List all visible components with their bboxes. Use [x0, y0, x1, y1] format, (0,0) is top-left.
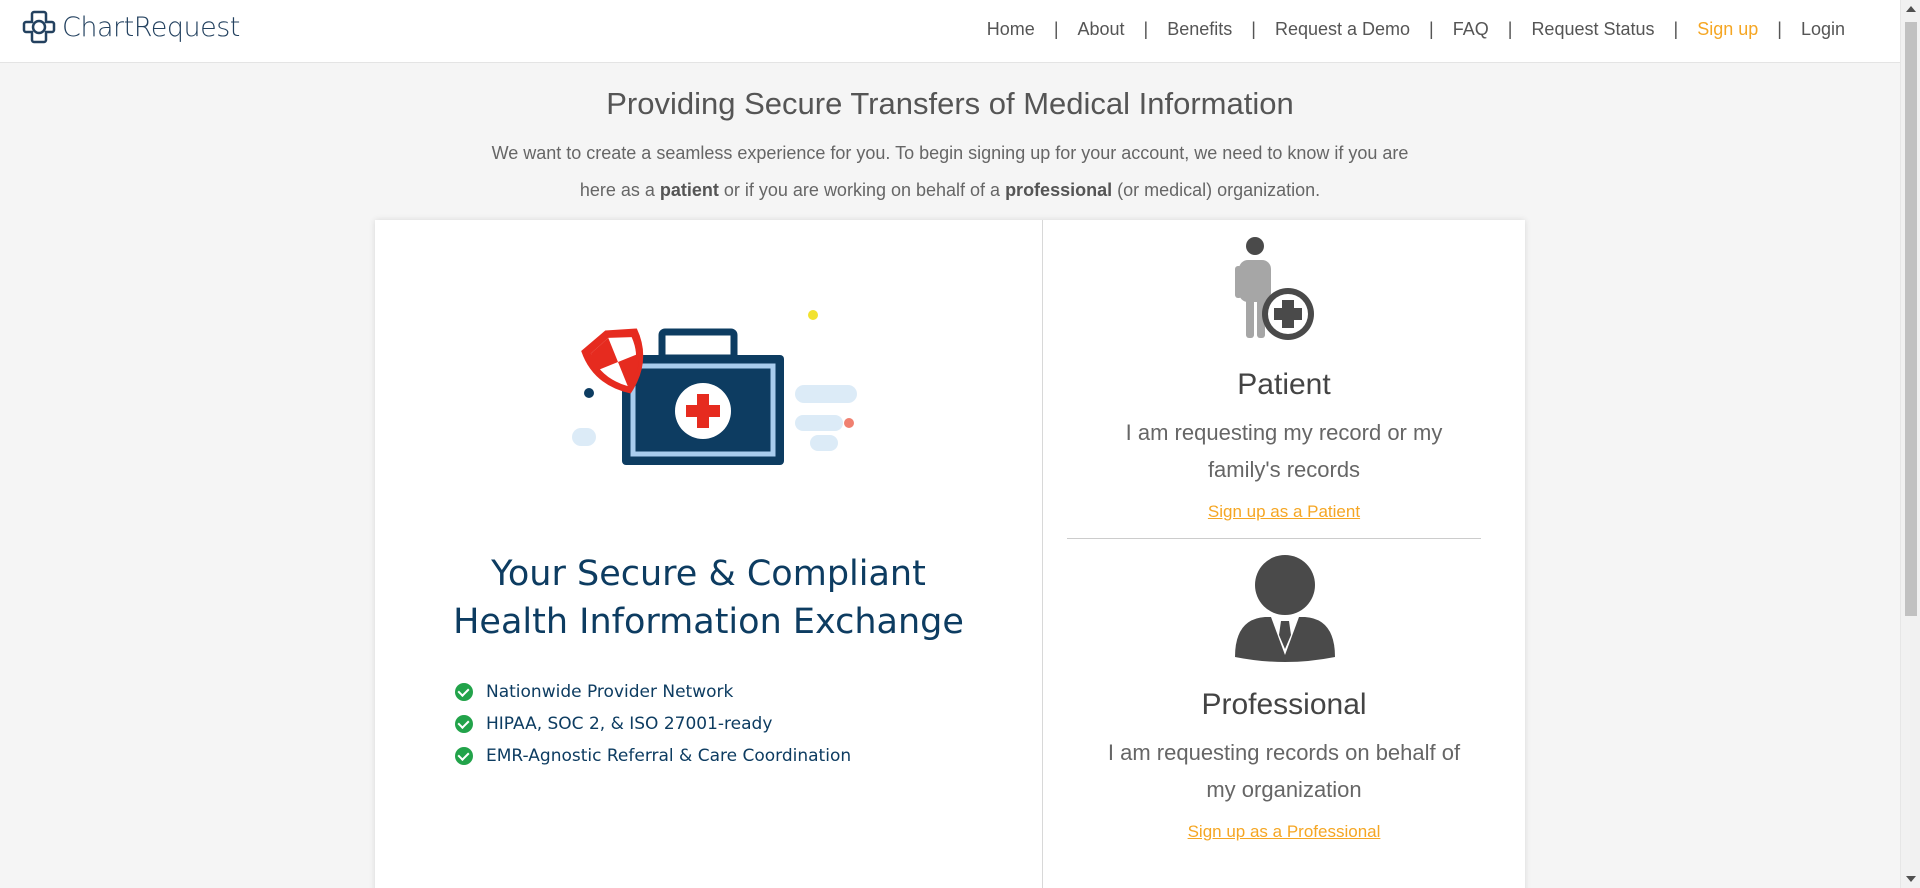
feature-list: Nationwide Provider Network HIPAA, SOC 2… — [455, 676, 851, 772]
list-item: EMR-Agnostic Referral & Care Coordinatio… — [455, 740, 851, 772]
nav-separator: | — [1143, 19, 1149, 39]
exchange-title: Your Secure & Compliant Health Informati… — [375, 550, 1042, 646]
intro-professional-word: professional — [1005, 180, 1113, 200]
sign-up-patient-link[interactable]: Sign up as a Patient — [1043, 502, 1525, 522]
intro-line2-pre: here as a — [579, 180, 660, 200]
scroll-up-arrow-icon[interactable] — [1906, 6, 1916, 12]
exchange-title-line2: Health Information Exchange — [453, 602, 964, 642]
check-circle-icon — [455, 715, 473, 733]
intro-line1: We want to create a seamless experience … — [491, 143, 1409, 163]
intro-patient-word: patient — [659, 180, 719, 200]
nav-separator: | — [1429, 19, 1434, 39]
scroll-down-arrow-icon[interactable] — [1906, 876, 1916, 882]
top-navbar: ChartRequest Home | About | Benefits | R… — [0, 0, 1900, 63]
page-scrollbar[interactable] — [1900, 0, 1920, 888]
feature-label: Nationwide Provider Network — [486, 682, 734, 702]
nav-faq[interactable]: FAQ — [1453, 19, 1489, 40]
list-item: Nationwide Provider Network — [455, 676, 851, 708]
page-title: Providing Secure Transfers of Medical In… — [606, 86, 1294, 121]
nav-request-demo[interactable]: Request a Demo — [1275, 19, 1410, 40]
exchange-title-line1: Your Secure & Compliant — [491, 554, 926, 594]
check-circle-icon — [455, 747, 473, 765]
patient-description: I am requesting my record or my family's… — [1125, 420, 1443, 482]
professional-description: I am requesting records on behalf of my … — [1107, 740, 1461, 802]
nav-about[interactable]: About — [1078, 19, 1125, 40]
nav-separator: | — [1673, 19, 1679, 39]
logo-text: ChartRequest — [62, 11, 240, 43]
nav-separator: | — [1507, 19, 1513, 39]
nav-separator: | — [1777, 19, 1782, 39]
nav-sign-up[interactable]: Sign up — [1697, 19, 1758, 40]
feature-label: HIPAA, SOC 2, & ISO 27001-ready — [486, 714, 773, 734]
chartrequest-logo-icon — [22, 10, 56, 44]
nav-separator: | — [1053, 19, 1059, 39]
intro-line2-mid: or if you are working on behalf of a — [718, 180, 1006, 200]
patient-title: Patient — [1237, 368, 1331, 401]
nav-login[interactable]: Login — [1801, 19, 1845, 40]
professional-title: Professional — [1201, 688, 1367, 721]
sign-up-professional-link[interactable]: Sign up as a Professional — [1043, 822, 1525, 842]
professional-icon — [1235, 555, 1335, 662]
check-circle-icon — [455, 683, 473, 701]
patient-icon — [1235, 237, 1314, 340]
nav-request-status[interactable]: Request Status — [1531, 19, 1654, 40]
nav-benefits[interactable]: Benefits — [1167, 19, 1232, 40]
intro-text: We want to create a seamless experience … — [490, 135, 1410, 209]
main-nav: Home | About | Benefits | Request a Demo… — [987, 19, 1845, 40]
list-item: HIPAA, SOC 2, & ISO 27001-ready — [455, 708, 851, 740]
scrollbar-thumb[interactable] — [1905, 22, 1917, 616]
nav-separator: | — [1251, 19, 1256, 39]
logo-link[interactable]: ChartRequest — [22, 10, 240, 44]
signup-card: Your Secure & Compliant Health Informati… — [375, 220, 1525, 888]
medical-kit-illustration — [572, 310, 857, 465]
nav-home[interactable]: Home — [987, 19, 1035, 40]
professional-option: Professional I am requesting records on … — [1043, 539, 1525, 888]
feature-label: EMR-Agnostic Referral & Care Coordinatio… — [486, 746, 852, 766]
intro-line2-post: (or medical) organization. — [1112, 180, 1321, 200]
patient-option: Patient I am requesting my record or my … — [1043, 220, 1525, 538]
